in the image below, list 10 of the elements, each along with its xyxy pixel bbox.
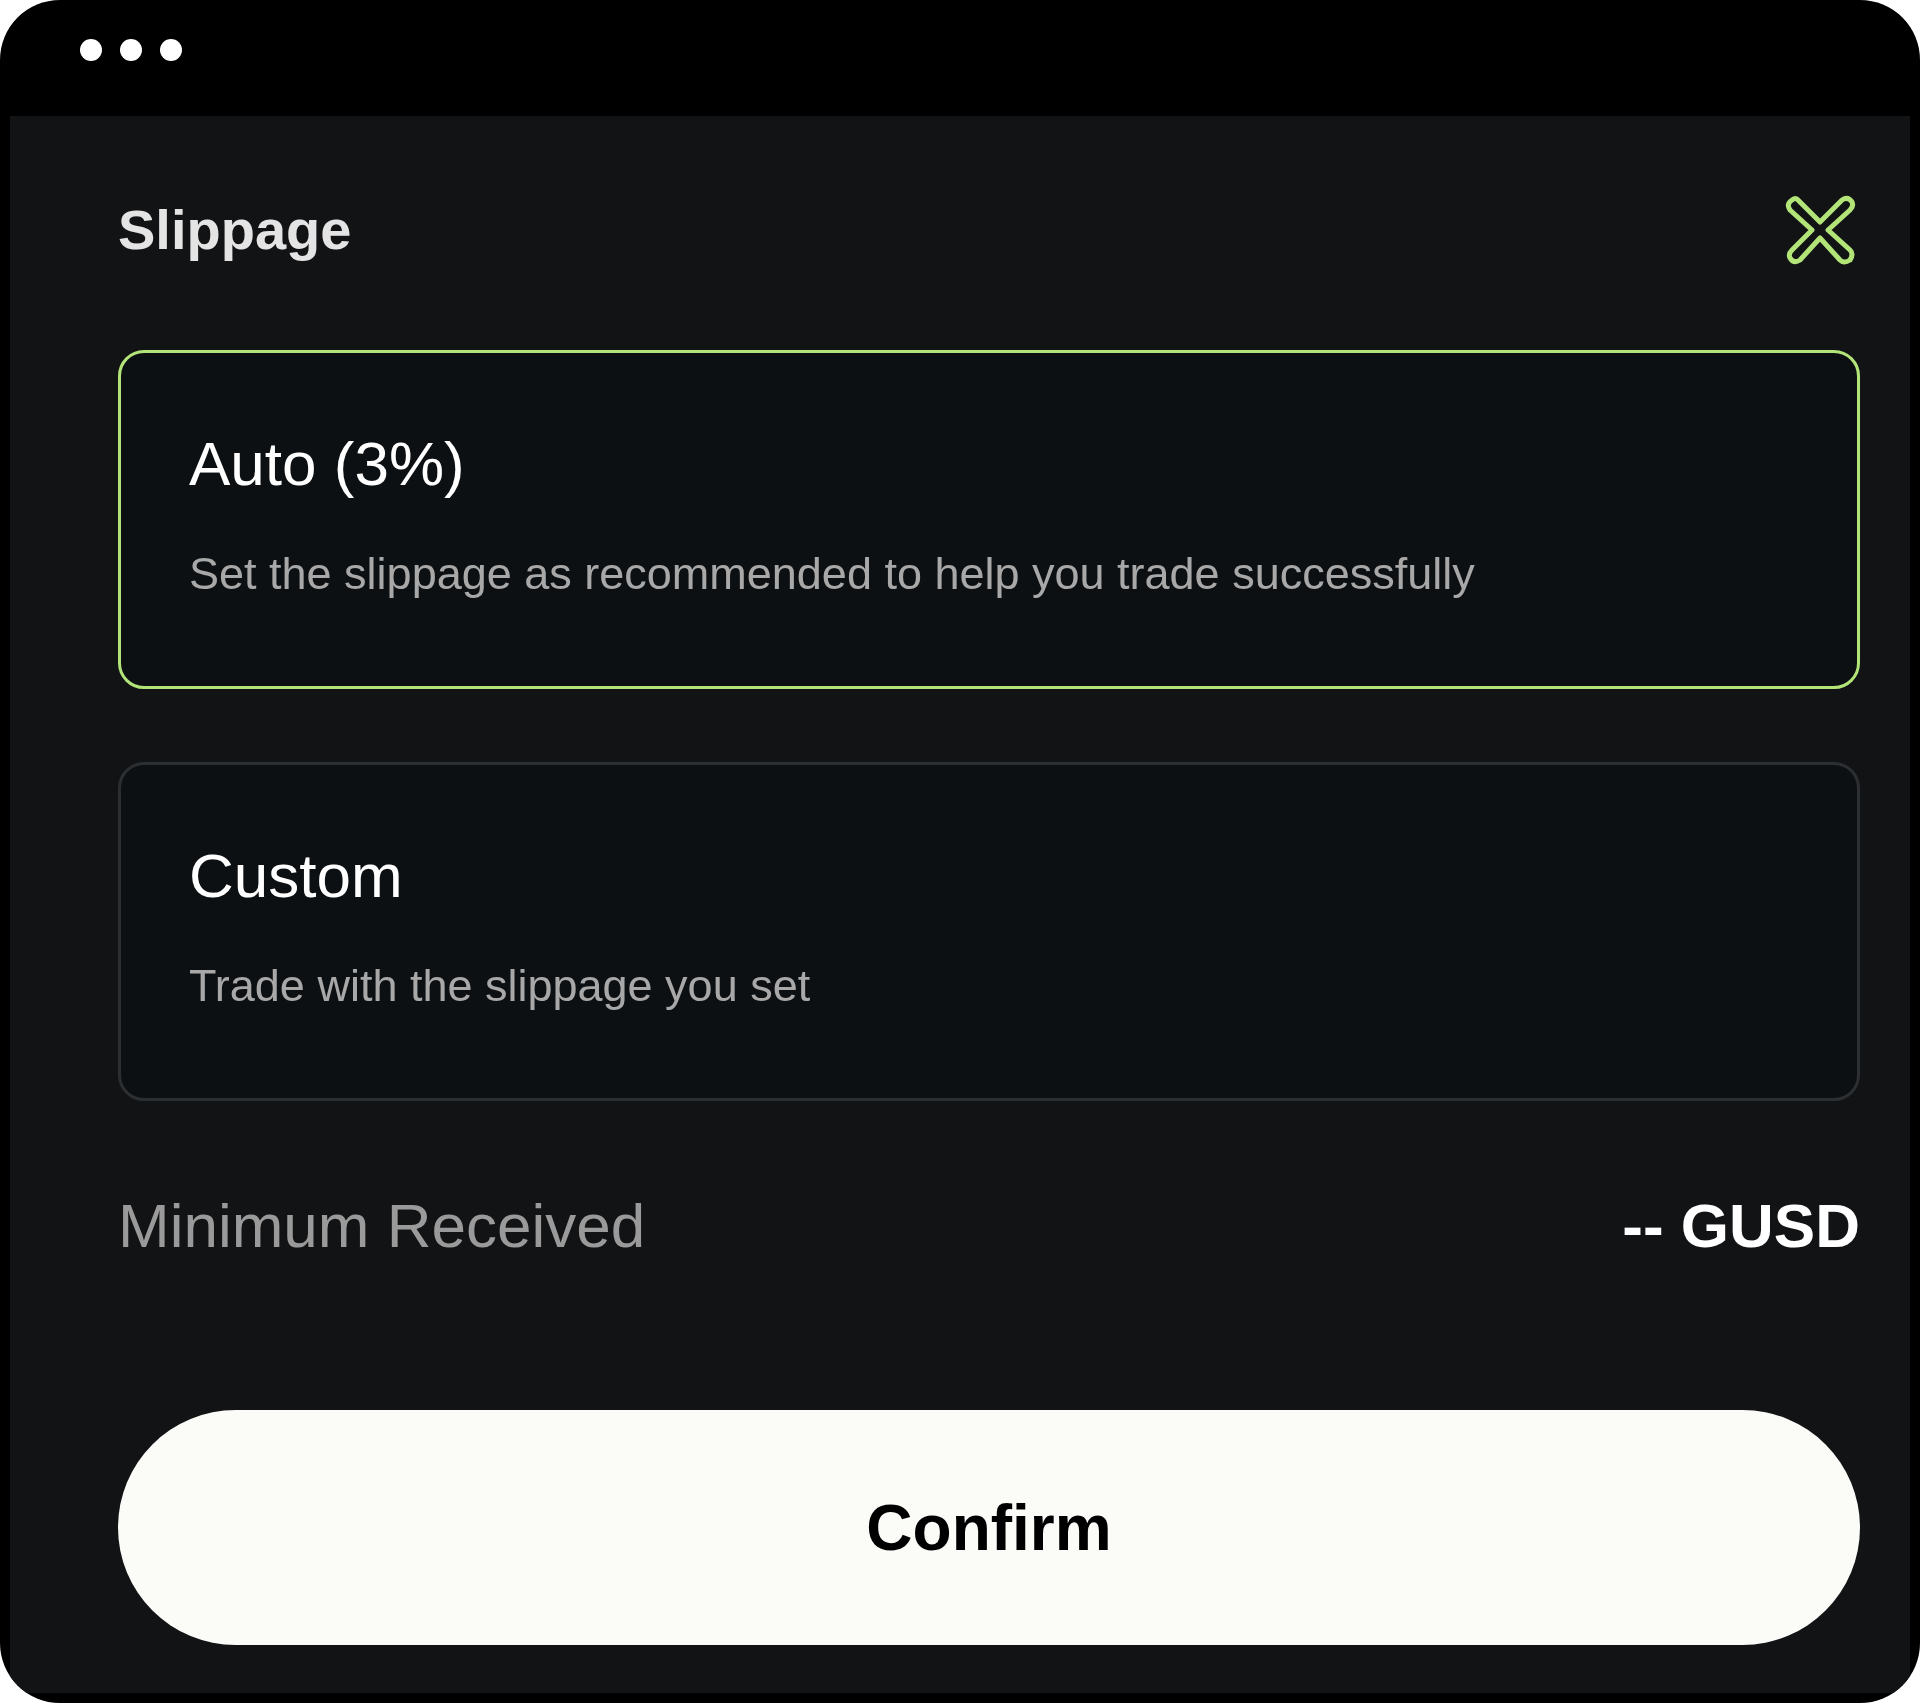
confirm-button[interactable]: Confirm bbox=[118, 1410, 1860, 1645]
minimum-received-value: -- GUSD bbox=[1622, 1189, 1860, 1262]
dialog-title: Slippage bbox=[118, 197, 352, 263]
slippage-option-card[interactable]: Auto (3%) Set the slippage as recommended to help you trade successfully bbox=[118, 350, 1860, 689]
close-icon[interactable] bbox=[1784, 194, 1856, 266]
option-title: Custom bbox=[189, 845, 403, 907]
option-description: Trade with the slippage you set bbox=[189, 963, 811, 1008]
minimum-received-label: Minimum Received bbox=[118, 1189, 646, 1262]
option-description: Set the slippage as recommended to help you trade successfully bbox=[189, 551, 1475, 596]
slippage-option-card[interactable]: Custom Trade with the slippage you set bbox=[118, 762, 1860, 1101]
